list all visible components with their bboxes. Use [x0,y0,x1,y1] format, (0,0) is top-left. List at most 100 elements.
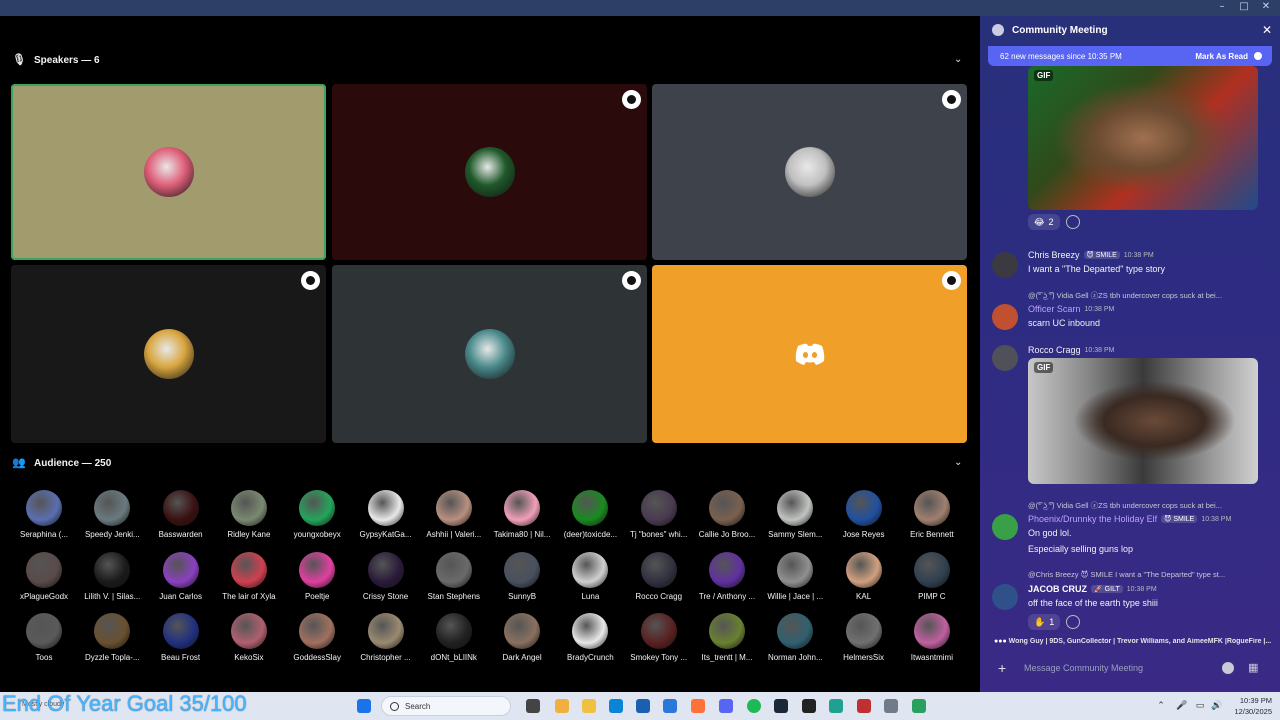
audience-member[interactable]: Eric Bennett [897,490,967,539]
message-author[interactable]: Rocco Cragg [1028,345,1081,355]
audience-member[interactable]: Callie Jo Broo... [692,490,762,539]
reply-preview[interactable]: @Chris Breezy 😈 SMILE I want a "The Depa… [1028,570,1260,579]
avatar[interactable] [992,252,1018,278]
audience-member[interactable]: Takima80 | Nil... [487,490,557,539]
task-view-icon[interactable] [526,699,540,713]
new-messages-bar[interactable]: 62 new messages since 10:35 PM Mark As R… [988,46,1272,66]
audience-member[interactable]: Basswarden [146,490,216,539]
audience-header[interactable]: 👥 Audience — 250 [12,453,111,473]
mail-icon[interactable] [663,699,677,713]
audience-member[interactable]: Sammy Slem... [760,490,830,539]
speaker-tile[interactable] [652,84,967,260]
audience-member[interactable]: Stan Stephens [419,551,489,601]
audience-member[interactable]: Poeltje [282,551,352,601]
microphone-icon[interactable]: 🎤 [1176,701,1187,711]
message-composer[interactable]: + Message Community Meeting ▦ [988,654,1272,682]
audience-member[interactable]: dONt_bLIINk [419,613,489,662]
audience-member[interactable]: Ashhii | Valeri... [419,490,489,539]
audience-member[interactable]: Juan Carlos [146,551,216,601]
mark-as-read-button[interactable]: Mark As Read [1195,52,1262,61]
speaker-tile[interactable] [652,265,967,443]
audience-member[interactable]: Toos [9,613,79,662]
audience-member[interactable]: Christopher ... [351,613,421,662]
emoji-icon[interactable] [1222,662,1234,674]
message-author[interactable]: Officer Scarn [1028,304,1080,314]
avatar[interactable] [992,304,1018,330]
firefox-icon[interactable] [691,699,705,713]
speaker-tile[interactable] [11,265,326,443]
speaker-tile[interactable] [332,84,647,260]
audience-member[interactable]: GoddessSlay [282,613,352,662]
audience-member[interactable]: Seraphina (... [9,490,79,539]
add-reaction-icon[interactable] [1066,615,1080,629]
maximize-icon[interactable]: □ [1238,1,1250,13]
store-icon[interactable] [636,699,650,713]
message-author[interactable]: JACOB CRUZ [1028,584,1087,594]
pin-icon[interactable] [942,90,961,109]
audience-member[interactable]: HelmersSix [829,613,899,662]
reaction-chip[interactable]: 😂 2 [1028,214,1060,230]
audience-member[interactable]: Dyzzle Topla-... [77,613,147,662]
minimize-icon[interactable]: – [1216,1,1228,13]
audience-member[interactable]: Norman John... [760,613,830,662]
close-icon[interactable]: ✕ [1260,1,1272,13]
audience-member[interactable]: SunnyB [487,551,557,601]
audience-member[interactable]: (deer)toxicde... [555,490,625,539]
audience-member[interactable]: xPlagueGodx [9,551,79,601]
chevron-up-icon[interactable]: ⌃ [1156,701,1166,711]
audience-member[interactable]: Tre / Anthony ... [692,551,762,601]
audience-member[interactable]: Crissy Stone [351,551,421,601]
message-input[interactable]: Message Community Meeting [1024,663,1143,673]
pin-icon[interactable] [942,271,961,290]
reply-preview[interactable]: @(͡° ͜ʖ ͡°) Vidia Gell ⓩZS tbh undercove… [1028,500,1260,511]
gif-embed[interactable]: GIF [1028,66,1258,210]
settings-icon[interactable] [884,699,898,713]
audience-member[interactable]: Luna [555,551,625,601]
start-icon[interactable] [357,699,371,713]
spotify-icon[interactable] [747,699,761,713]
audience-member[interactable]: Its_trentt | M... [692,613,762,662]
audience-member[interactable]: KekoSix [214,613,284,662]
audience-member[interactable]: BradyCrunch [555,613,625,662]
audience-member[interactable]: Tj "bones" whi... [624,490,694,539]
clock[interactable]: 10:39 PM 12/30/2025 [1234,695,1272,717]
app-icon[interactable] [912,699,926,713]
copilot-icon[interactable] [555,699,569,713]
audience-member[interactable]: Beau Frost [146,613,216,662]
message-author[interactable]: Phoenix/Drunnky the Holiday Elf [1028,514,1157,524]
audience-member[interactable]: KAL [829,551,899,601]
discord-icon[interactable] [719,699,733,713]
audience-member[interactable]: Lilith V. | Silas... [77,551,147,601]
pin-icon[interactable] [622,271,641,290]
search-input[interactable]: Search [381,696,511,716]
steam-icon[interactable] [774,699,788,713]
add-reaction-icon[interactable] [1066,215,1080,229]
avatar[interactable] [992,584,1018,610]
plus-icon[interactable]: + [998,660,1010,676]
reaction-chip[interactable]: ✋ 1 [1028,614,1061,630]
audience-member[interactable]: Willie | Jace | ... [760,551,830,601]
audience-member[interactable]: The lair of Xyla [214,551,284,601]
terminal-icon[interactable] [802,699,816,713]
close-icon[interactable]: ✕ [1260,23,1274,37]
avatar[interactable] [992,345,1018,371]
file-explorer-icon[interactable] [582,699,596,713]
pin-icon[interactable] [622,90,641,109]
audience-member[interactable]: Ridley Kane [214,490,284,539]
speaker-tile[interactable] [332,265,647,443]
network-icon[interactable]: ▭ [1195,701,1205,711]
audience-member[interactable]: GypsyKatGa... [351,490,421,539]
audience-member[interactable]: Speedy Jenki... [77,490,147,539]
chevron-down-icon[interactable]: ⌄ [954,457,966,469]
notepad-icon[interactable] [829,699,843,713]
audience-member[interactable]: Jose Reyes [829,490,899,539]
speakers-header[interactable]: 🎙 Speakers — 6 [12,50,100,70]
avatar[interactable] [992,514,1018,540]
audience-member[interactable]: Rocco Cragg [624,551,694,601]
chevron-down-icon[interactable]: ⌄ [954,54,966,66]
game-icon[interactable] [857,699,871,713]
audience-member[interactable]: Itwasntmimi [897,613,967,662]
audience-member[interactable]: Dark Angel [487,613,557,662]
gif-embed[interactable]: GIF [1028,358,1258,484]
audience-member[interactable]: Smokey Tony ... [624,613,694,662]
